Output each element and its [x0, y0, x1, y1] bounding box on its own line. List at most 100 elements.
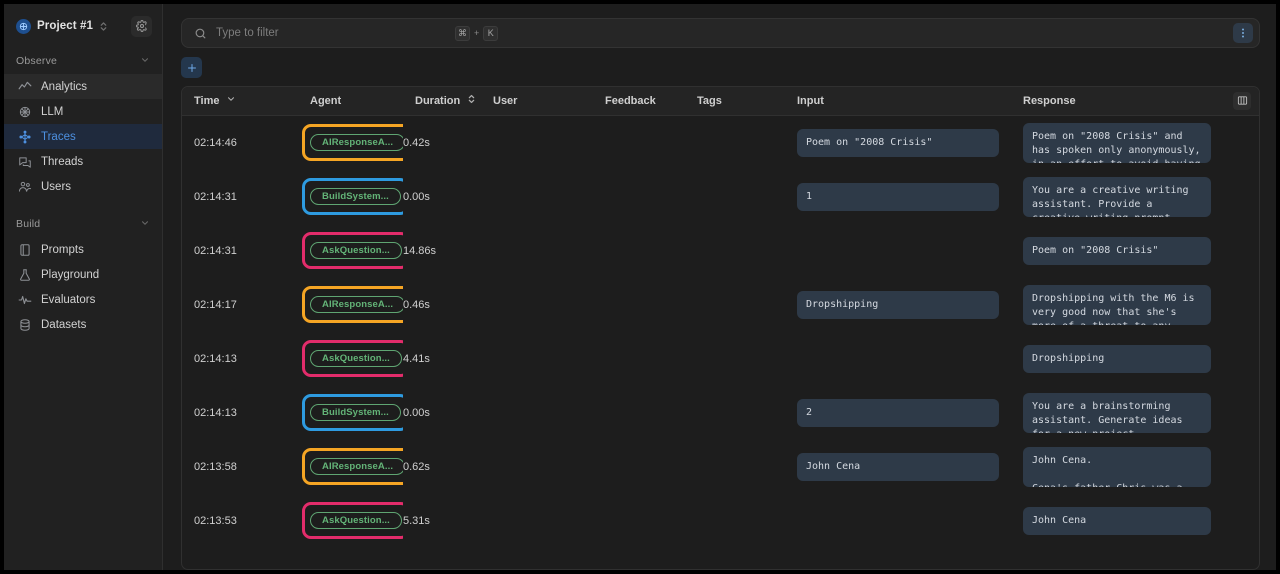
- chevron-up-down-icon[interactable]: [99, 20, 108, 33]
- cell-agent[interactable]: AskQuestion...: [298, 224, 403, 278]
- pulse-icon: [18, 293, 32, 307]
- sidebar-section-build[interactable]: Build: [4, 211, 162, 237]
- cell-agent[interactable]: AIResponseA...: [298, 440, 403, 494]
- add-button[interactable]: [181, 57, 202, 78]
- sidebar-item-prompts[interactable]: Prompts: [4, 237, 162, 262]
- cell-tags: [685, 332, 785, 386]
- chevron-down-icon[interactable]: [140, 218, 150, 231]
- cell-agent[interactable]: AIResponseA...: [298, 115, 403, 170]
- header-time[interactable]: Time: [182, 87, 298, 115]
- header-response[interactable]: Response: [1011, 87, 1225, 115]
- cell-input: [785, 224, 1011, 278]
- cell-response-box[interactable]: Dropshipping with the M6 is very good no…: [1023, 285, 1211, 325]
- cell-spacer: [1225, 332, 1259, 386]
- agent-highlight-box: AskQuestion...: [302, 502, 403, 539]
- sidebar-item-evaluators[interactable]: Evaluators: [4, 287, 162, 312]
- table-row[interactable]: 02:14:13BuildSystem...0.00s2You are a br…: [182, 386, 1259, 440]
- cell-response-box[interactable]: John Cena. Cena's father Chris was a: [1023, 447, 1211, 487]
- cell-input[interactable]: Poem on "2008 Crisis": [785, 115, 1011, 170]
- table-row[interactable]: 02:13:58AIResponseA...0.62sJohn CenaJohn…: [182, 440, 1259, 494]
- sidebar-item-datasets[interactable]: Datasets: [4, 312, 162, 337]
- agent-badge[interactable]: AIResponseA...: [310, 296, 403, 313]
- keyboard-shortcut: ⌘ + K: [455, 26, 498, 41]
- cell-response[interactable]: Poem on "2008 Crisis" and has spoken onl…: [1011, 115, 1225, 170]
- header-tags[interactable]: Tags: [685, 87, 785, 115]
- cell-time: 02:14:31: [182, 224, 298, 278]
- sidebar-section-observe[interactable]: Observe: [4, 48, 162, 74]
- table-row[interactable]: 02:14:13AskQuestion...4.41sDropshipping: [182, 332, 1259, 386]
- cell-input-box[interactable]: 2: [797, 399, 999, 427]
- sidebar-item-threads[interactable]: Threads: [4, 149, 162, 174]
- header-columns-toggle[interactable]: [1225, 87, 1259, 115]
- cell-response-box[interactable]: Dropshipping: [1023, 345, 1211, 373]
- cell-agent[interactable]: AskQuestion...: [298, 494, 403, 548]
- table-row[interactable]: 02:14:31BuildSystem...0.00s1You are a cr…: [182, 170, 1259, 224]
- table-row[interactable]: 02:14:46AIResponseA...0.42sPoem on "2008…: [182, 115, 1259, 170]
- agent-badge[interactable]: BuildSystem...: [310, 404, 401, 421]
- cell-input[interactable]: 1: [785, 170, 1011, 224]
- header-feedback[interactable]: Feedback: [593, 87, 685, 115]
- agent-badge[interactable]: AIResponseA...: [310, 134, 403, 151]
- header-agent[interactable]: Agent: [298, 87, 403, 115]
- cell-input-box[interactable]: Poem on "2008 Crisis": [797, 129, 999, 157]
- sidebar-item-playground[interactable]: Playground: [4, 262, 162, 287]
- cell-user: [481, 440, 593, 494]
- sidebar-item-analytics[interactable]: Analytics: [4, 74, 162, 99]
- cell-response-box[interactable]: You are a brainstorming assistant. Gener…: [1023, 393, 1211, 433]
- cell-response-box[interactable]: Poem on "2008 Crisis" and has spoken onl…: [1023, 123, 1211, 163]
- cell-response[interactable]: You are a creative writing assistant. Pr…: [1011, 170, 1225, 224]
- table-row[interactable]: 02:13:53AskQuestion...5.31sJohn Cena: [182, 494, 1259, 548]
- cell-response[interactable]: John Cena: [1011, 494, 1225, 548]
- cell-spacer: [1225, 278, 1259, 332]
- cell-response[interactable]: Dropshipping with the M6 is very good no…: [1011, 278, 1225, 332]
- search-input[interactable]: [216, 27, 446, 39]
- project-switcher[interactable]: Project #1: [4, 4, 162, 48]
- cell-response[interactable]: You are a brainstorming assistant. Gener…: [1011, 386, 1225, 440]
- agent-badge[interactable]: AskQuestion...: [310, 512, 402, 529]
- cell-response-box[interactable]: You are a creative writing assistant. Pr…: [1023, 177, 1211, 217]
- agent-highlight-box: AskQuestion...: [302, 340, 403, 377]
- cell-user: [481, 332, 593, 386]
- header-agent-label: Agent: [310, 95, 341, 107]
- cell-agent[interactable]: AIResponseA...: [298, 278, 403, 332]
- gear-icon[interactable]: [131, 16, 152, 37]
- agent-badge[interactable]: AIResponseA...: [310, 458, 403, 475]
- cell-response[interactable]: John Cena. Cena's father Chris was a: [1011, 440, 1225, 494]
- cell-feedback: [593, 332, 685, 386]
- chevron-down-icon[interactable]: [140, 55, 150, 68]
- kebab-menu-icon[interactable]: [1233, 23, 1253, 43]
- sidebar-item-label: Prompts: [41, 244, 84, 256]
- table-row[interactable]: 02:14:31AskQuestion...14.86sPoem on "200…: [182, 224, 1259, 278]
- header-input[interactable]: Input: [785, 87, 1011, 115]
- sidebar-item-users[interactable]: Users: [4, 174, 162, 199]
- cell-agent[interactable]: BuildSystem...: [298, 386, 403, 440]
- cell-feedback: [593, 278, 685, 332]
- sidebar-item-traces[interactable]: Traces: [4, 124, 162, 149]
- header-duration[interactable]: Duration: [403, 87, 481, 115]
- cell-response-box[interactable]: Poem on "2008 Crisis": [1023, 237, 1211, 265]
- agent-badge[interactable]: AskQuestion...: [310, 242, 402, 259]
- chevron-up-down-icon[interactable]: [467, 93, 476, 108]
- chevron-down-icon[interactable]: [226, 94, 236, 107]
- header-user[interactable]: User: [481, 87, 593, 115]
- cell-input-box[interactable]: Dropshipping: [797, 291, 999, 319]
- sidebar-item-label: LLM: [41, 106, 63, 118]
- cell-response-box[interactable]: John Cena: [1023, 507, 1211, 535]
- agent-badge[interactable]: BuildSystem...: [310, 188, 401, 205]
- cell-response[interactable]: Poem on "2008 Crisis": [1011, 224, 1225, 278]
- filter-bar[interactable]: ⌘ + K: [181, 18, 1260, 48]
- cell-response[interactable]: Dropshipping: [1011, 332, 1225, 386]
- cell-input[interactable]: John Cena: [785, 440, 1011, 494]
- cell-input-box[interactable]: John Cena: [797, 453, 999, 481]
- agent-badge[interactable]: AskQuestion...: [310, 350, 402, 367]
- columns-toggle-icon[interactable]: [1233, 92, 1251, 110]
- cell-agent[interactable]: BuildSystem...: [298, 170, 403, 224]
- header-duration-label: Duration: [415, 95, 460, 107]
- sidebar-item-llm[interactable]: LLM: [4, 99, 162, 124]
- cell-agent[interactable]: AskQuestion...: [298, 332, 403, 386]
- table-row[interactable]: 02:14:17AIResponseA...0.46sDropshippingD…: [182, 278, 1259, 332]
- cell-input[interactable]: Dropshipping: [785, 278, 1011, 332]
- cell-input-box[interactable]: 1: [797, 183, 999, 211]
- cell-input[interactable]: 2: [785, 386, 1011, 440]
- sidebar-item-label: Threads: [41, 156, 83, 168]
